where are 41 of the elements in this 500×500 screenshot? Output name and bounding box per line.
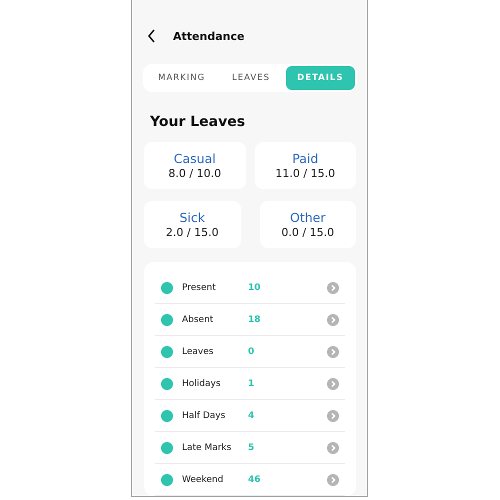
chevron-icon[interactable] [327,282,339,294]
leave-type: Casual [174,151,216,166]
section-title: Your Leaves [150,114,246,130]
stat-count: 46 [248,474,262,484]
chevron-icon[interactable] [327,314,339,326]
back-icon[interactable] [147,29,157,44]
chevron-icon[interactable] [327,346,339,358]
status-dot [161,346,173,358]
leave-balance: 8.0 / 10.0 [168,167,222,180]
chevron-icon[interactable] [327,442,339,454]
tab[interactable]: LEAVES [216,66,286,90]
leave-balance: 2.0 / 15.0 [166,226,219,239]
stat-count: 18 [248,314,262,324]
leave-type: Paid [292,151,318,166]
status-dot [161,410,173,422]
status-dot [161,314,173,326]
chevron-icon[interactable] [327,474,339,486]
stat-label: Half Days [182,410,226,420]
status-dot [161,378,173,390]
chevron-icon[interactable] [327,410,339,422]
stat-label: Leaves [182,346,214,356]
leave-balance: 11.0 / 15.0 [275,167,336,180]
stat-count: 1 [248,378,256,388]
stat-label: Weekend [182,474,224,484]
chevron-icon[interactable] [327,378,339,390]
stat-count: 4 [248,410,256,420]
stat-label: Late Marks [182,442,232,452]
stat-count: 0 [248,346,256,356]
status-dot [161,474,173,486]
stat-count: 5 [248,442,256,452]
tab[interactable]: MARKING [147,66,216,90]
status-dot [161,442,173,454]
stat-label: Absent [182,314,214,324]
stat-label: Holidays [182,378,222,388]
screen-title: Attendance [173,30,244,43]
leave-type: Sick [179,210,206,225]
leave-type: Other [290,210,326,225]
status-dot [161,282,173,294]
stat-count: 10 [248,282,262,292]
leave-balance: 0.0 / 15.0 [281,226,334,239]
stat-label: Present [182,282,217,292]
